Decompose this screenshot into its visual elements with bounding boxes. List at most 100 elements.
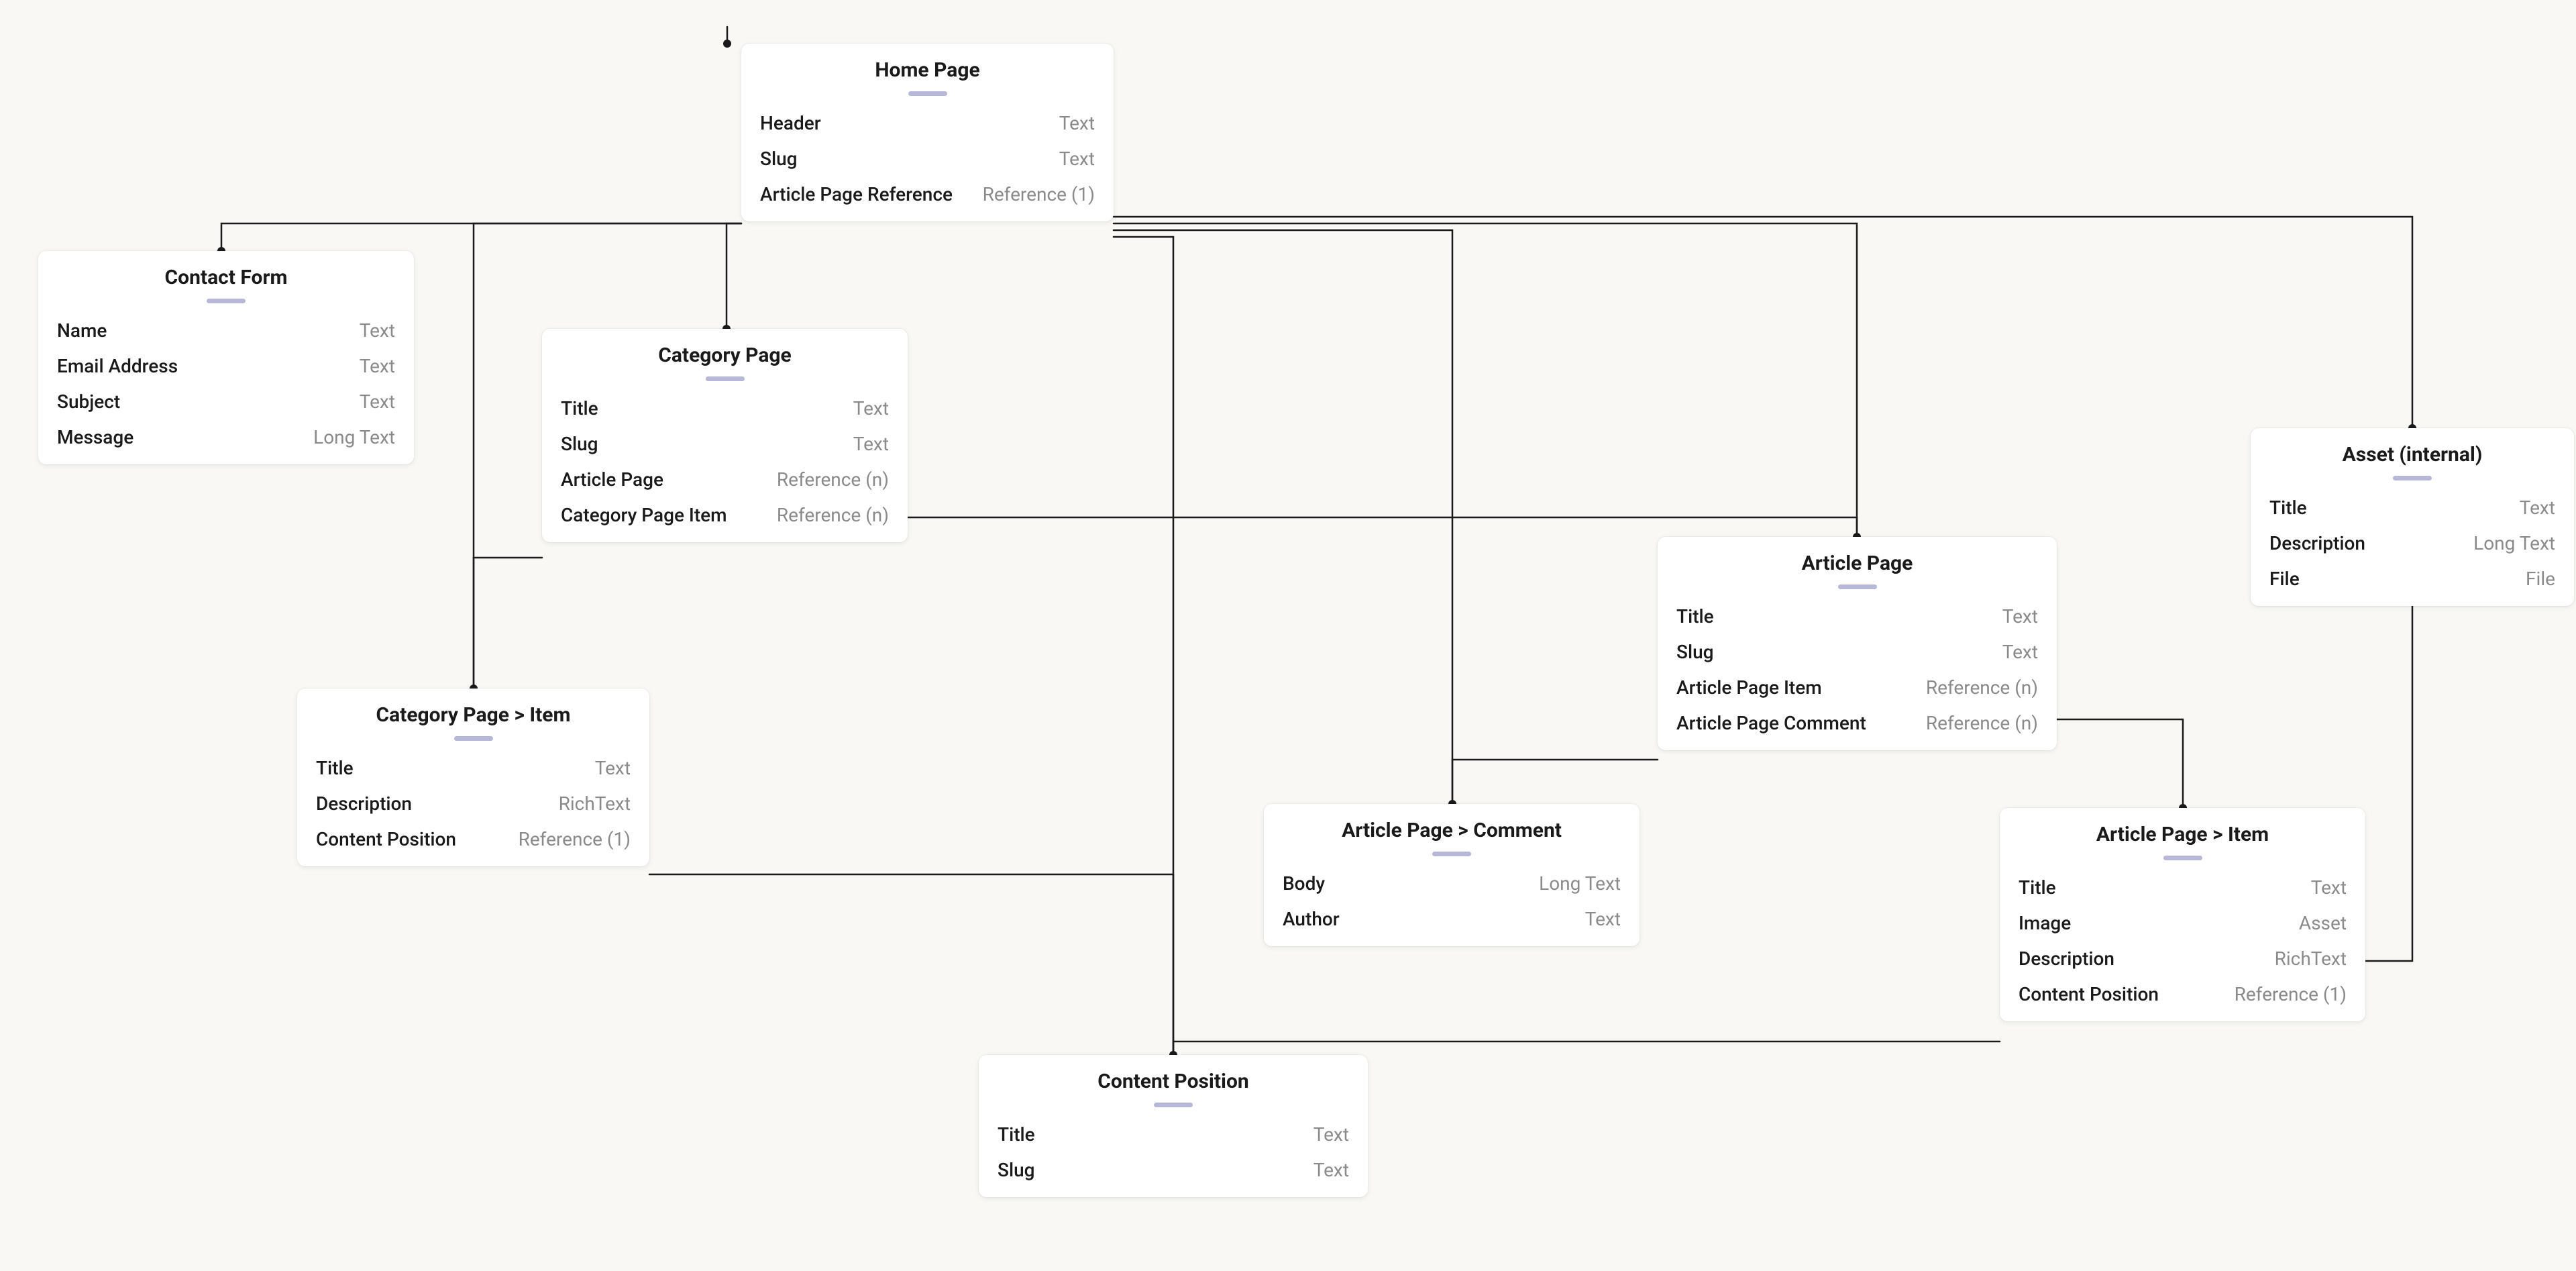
node-article-page-comment[interactable]: Article Page > Comment Body Long Text Au… — [1264, 804, 1640, 946]
field-type: Text — [853, 397, 889, 419]
field-name: Body — [1283, 872, 1325, 895]
node-fields: Title Text Image Asset Description RichT… — [2000, 870, 2365, 1021]
field-type: RichText — [559, 793, 631, 815]
field-name: Description — [2269, 532, 2365, 554]
node-title[interactable]: Contact Form — [38, 251, 414, 295]
field-name: Title — [561, 397, 598, 419]
field-row: Message Long Text — [38, 419, 414, 455]
field-type: Text — [1313, 1159, 1349, 1181]
field-type: Text — [360, 355, 395, 377]
node-fields: Title Text Slug Text Article Page Item R… — [1658, 599, 2057, 750]
field-type: Text — [1059, 148, 1095, 170]
field-type: Reference (1) — [983, 183, 1095, 205]
field-name: Title — [998, 1123, 1035, 1146]
node-title[interactable]: Article Page — [1658, 537, 2057, 580]
node-category-page[interactable]: Category Page Title Text Slug Text Artic… — [542, 329, 908, 542]
field-row: Header Text — [741, 105, 1114, 141]
node-title[interactable]: Category Page — [542, 329, 908, 372]
field-row: Title Text — [297, 750, 649, 786]
field-row: Title Text — [542, 391, 908, 426]
field-row: Image Asset — [2000, 905, 2365, 941]
field-row: Author Text — [1264, 901, 1640, 937]
field-type: Reference (n) — [777, 468, 889, 491]
node-drag-handle[interactable] — [1432, 852, 1471, 856]
node-drag-handle[interactable] — [1838, 584, 1877, 589]
node-article-page-item[interactable]: Article Page > Item Title Text Image Ass… — [2000, 808, 2365, 1021]
field-type: Reference (1) — [519, 828, 631, 850]
node-drag-handle[interactable] — [207, 299, 246, 303]
field-row: Slug Text — [542, 426, 908, 462]
field-type: Text — [853, 433, 889, 455]
field-name: File — [2269, 568, 2300, 590]
field-type: Text — [1585, 908, 1621, 930]
field-name: Article Page Reference — [760, 183, 953, 205]
field-row: Article Page Reference (n) — [542, 462, 908, 497]
field-row: Title Text — [979, 1117, 1368, 1152]
field-name: Description — [2019, 948, 2114, 970]
field-row: Body Long Text — [1264, 866, 1640, 901]
node-article-page[interactable]: Article Page Title Text Slug Text Articl… — [1658, 537, 2057, 750]
field-name: Content Position — [316, 828, 456, 850]
node-title[interactable]: Home Page — [741, 44, 1114, 87]
node-asset-internal[interactable]: Asset (internal) Title Text Description … — [2251, 428, 2574, 606]
node-fields: Title Text Description Long Text File Fi… — [2251, 490, 2574, 606]
node-drag-handle[interactable] — [706, 376, 745, 381]
field-name: Message — [57, 426, 133, 448]
field-type: Reference (n) — [1926, 712, 2038, 734]
field-type: Reference (1) — [2235, 983, 2347, 1005]
field-row: Article Page Reference Reference (1) — [741, 176, 1114, 212]
field-row: Description RichText — [2000, 941, 2365, 976]
field-name: Email Address — [57, 355, 178, 377]
field-type: Text — [360, 319, 395, 342]
node-title[interactable]: Article Page > Item — [2000, 808, 2365, 852]
node-drag-handle[interactable] — [454, 736, 493, 741]
field-type: Text — [2520, 497, 2555, 519]
field-type: Text — [360, 391, 395, 413]
node-drag-handle[interactable] — [2163, 856, 2202, 860]
field-row: Title Text — [1658, 599, 2057, 634]
node-content-position[interactable]: Content Position Title Text Slug Text — [979, 1055, 1368, 1197]
field-type: Text — [2311, 876, 2347, 899]
field-row: Description Long Text — [2251, 525, 2574, 561]
field-name: Slug — [1676, 641, 1714, 663]
field-name: Title — [316, 757, 354, 779]
node-title[interactable]: Asset (internal) — [2251, 428, 2574, 472]
node-fields: Body Long Text Author Text — [1264, 866, 1640, 946]
field-row: Description RichText — [297, 786, 649, 821]
field-row: Email Address Text — [38, 348, 414, 384]
field-type: File — [2526, 568, 2555, 590]
field-type: Asset — [2299, 912, 2347, 934]
field-name: Slug — [561, 433, 598, 455]
node-fields: Header Text Slug Text Article Page Refer… — [741, 105, 1114, 221]
field-type: Text — [1059, 112, 1095, 134]
field-type: RichText — [2275, 948, 2347, 970]
field-row: Slug Text — [1658, 634, 2057, 670]
field-type: Long Text — [313, 426, 395, 448]
node-contact-form[interactable]: Contact Form Name Text Email Address Tex… — [38, 251, 414, 464]
field-row: File File — [2251, 561, 2574, 597]
field-name: Name — [57, 319, 107, 342]
node-home-page[interactable]: Home Page Header Text Slug Text Article … — [741, 44, 1114, 221]
node-title[interactable]: Content Position — [979, 1055, 1368, 1099]
field-type: Text — [2002, 641, 2038, 663]
node-drag-handle[interactable] — [2393, 476, 2432, 480]
node-drag-handle[interactable] — [1154, 1103, 1193, 1107]
node-drag-handle[interactable] — [908, 91, 947, 96]
field-name: Header — [760, 112, 821, 134]
field-row: Category Page Item Reference (n) — [542, 497, 908, 533]
field-row: Slug Text — [741, 141, 1114, 176]
field-row: Title Text — [2251, 490, 2574, 525]
node-fields: Name Text Email Address Text Subject Tex… — [38, 313, 414, 464]
node-fields: Title Text Slug Text Article Page Refere… — [542, 391, 908, 542]
node-category-page-item[interactable]: Category Page > Item Title Text Descript… — [297, 689, 649, 866]
node-title[interactable]: Category Page > Item — [297, 689, 649, 732]
field-name: Category Page Item — [561, 504, 727, 526]
field-name: Author — [1283, 908, 1340, 930]
diagram-canvas: .conn { fill: none; stroke: #1a1a1a; str… — [0, 0, 2576, 1271]
field-row: Title Text — [2000, 870, 2365, 905]
field-row: Content Position Reference (1) — [297, 821, 649, 857]
node-fields: Title Text Description RichText Content … — [297, 750, 649, 866]
field-name: Title — [1676, 605, 1714, 627]
node-title[interactable]: Article Page > Comment — [1264, 804, 1640, 848]
field-type: Reference (n) — [777, 504, 889, 526]
